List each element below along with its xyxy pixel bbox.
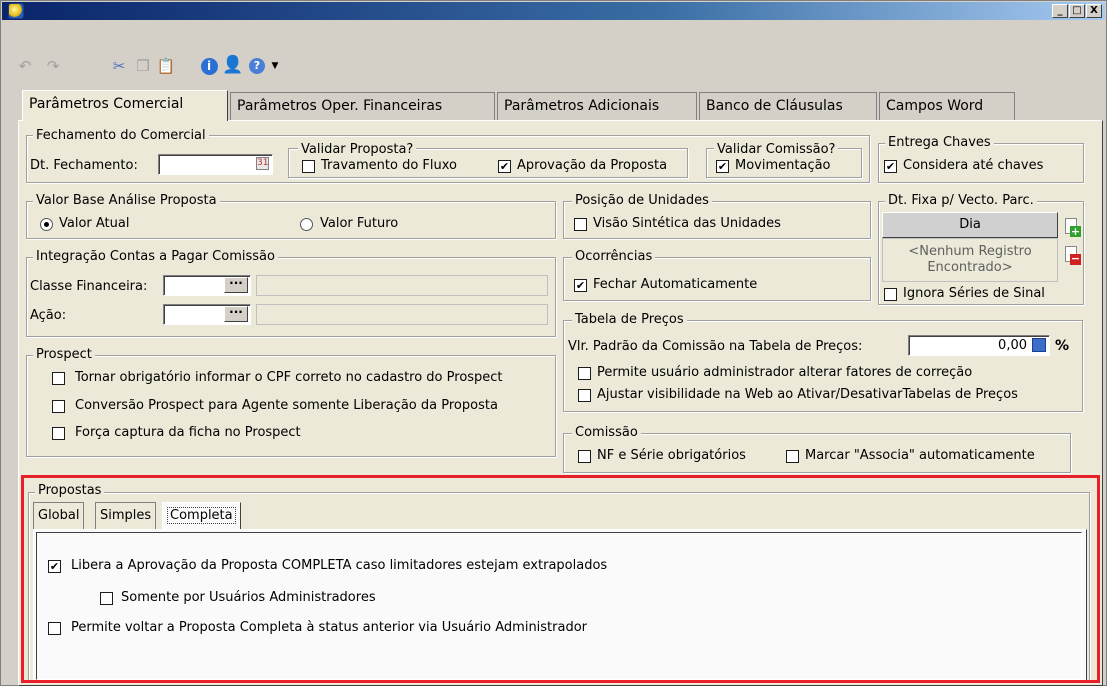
- aprovacao-label: Aprovação da Proposta: [517, 158, 668, 173]
- prospect-title: Prospect: [33, 347, 95, 362]
- marcar-associa-label: Marcar "Associa" automaticamente: [805, 448, 1035, 463]
- integracao-title: Integração Contas a Pagar Comissão: [33, 249, 278, 264]
- tab-banco-clausulas[interactable]: Banco de Cláusulas: [699, 92, 877, 120]
- prospect-cpf-label: Tornar obrigatório informar o CPF corret…: [75, 370, 503, 385]
- acao-label: Ação:: [30, 308, 67, 323]
- tab-campos-word[interactable]: Campos Word: [879, 92, 1015, 120]
- app-icon: [8, 3, 24, 19]
- prospect-conversao-checkbox[interactable]: [52, 400, 65, 413]
- classe-financeira-description: [256, 275, 548, 296]
- classe-ellipsis-button[interactable]: ···: [224, 277, 248, 293]
- permite-usuario-checkbox[interactable]: [578, 367, 591, 380]
- vlr-padrao-label: Vlr. Padrão da Comissão na Tabela de Pre…: [568, 339, 863, 354]
- prospect-cpf-checkbox[interactable]: [52, 372, 65, 385]
- acao-input[interactable]: ···: [163, 304, 251, 325]
- ocorrencias-title: Ocorrências: [572, 249, 656, 264]
- marcar-associa-checkbox[interactable]: [786, 450, 799, 463]
- classe-financeira-input[interactable]: ···: [163, 275, 251, 296]
- considera-checkbox[interactable]: ✔: [884, 160, 897, 173]
- add-record-icon[interactable]: +: [1063, 218, 1081, 238]
- ignora-series-checkbox[interactable]: [884, 288, 897, 301]
- acao-ellipsis-button[interactable]: ···: [224, 306, 248, 322]
- acao-description: [256, 304, 548, 325]
- percent-label: %: [1055, 338, 1070, 354]
- travamento-label: Travamento do Fluxo: [321, 158, 457, 173]
- prospect-ficha-label: Força captura da ficha no Prospect: [75, 425, 301, 440]
- title-bar: _ □ X: [2, 2, 1105, 20]
- redo-icon[interactable]: ↷: [44, 57, 62, 75]
- calendar-icon[interactable]: 31: [256, 157, 269, 170]
- paste-icon[interactable]: 📋: [157, 57, 176, 75]
- maximize-button[interactable]: □: [1069, 4, 1085, 18]
- nf-serie-label: NF e Série obrigatórios: [597, 448, 746, 463]
- visao-sintetica-label: Visão Sintética das Unidades: [593, 216, 781, 231]
- close-button[interactable]: X: [1086, 4, 1102, 18]
- validar-comissao-title: Validar Comissão?: [714, 142, 839, 157]
- ajustar-visibilidade-label: Ajustar visibilidade na Web ao Ativar/De…: [597, 387, 1018, 402]
- posicao-unidades-title: Posição de Unidades: [572, 193, 712, 208]
- tab-parametros-comercial[interactable]: Parâmetros Comercial: [22, 90, 228, 121]
- copy-icon[interactable]: ❐: [134, 57, 152, 75]
- valor-futuro-radio[interactable]: [300, 218, 313, 231]
- help-icon[interactable]: ?: [249, 58, 265, 74]
- dia-button[interactable]: Dia: [882, 212, 1058, 238]
- fechar-automaticamente-label: Fechar Automaticamente: [593, 277, 758, 292]
- ignora-series-label: Ignora Séries de Sinal: [903, 286, 1045, 301]
- fechar-automaticamente-checkbox[interactable]: ✔: [574, 279, 587, 292]
- tab-parametros-adicionais[interactable]: Parâmetros Adicionais: [497, 92, 697, 120]
- validar-proposta-title: Validar Proposta?: [298, 142, 417, 157]
- user-icon[interactable]: 👤: [222, 55, 243, 75]
- propostas-highlight: [21, 475, 1100, 683]
- valor-base-title: Valor Base Análise Proposta: [33, 193, 220, 208]
- movimentacao-label: Movimentação: [735, 158, 831, 173]
- dt-fixa-title: Dt. Fixa p/ Vecto. Parc.: [885, 193, 1037, 208]
- dt-fixa-list[interactable]: <Nenhum Registro Encontrado>: [882, 238, 1058, 282]
- empty-line-1: <Nenhum Registro: [908, 244, 1032, 259]
- dt-fechamento-label: Dt. Fechamento:: [30, 158, 138, 173]
- undo-icon[interactable]: ↶: [16, 57, 34, 75]
- aprovacao-checkbox[interactable]: ✔: [498, 160, 511, 173]
- valor-futuro-label: Valor Futuro: [320, 216, 399, 231]
- tab-parametros-oper-financeiras[interactable]: Parâmetros Oper. Financeiras: [230, 92, 495, 120]
- classe-financeira-label: Classe Financeira:: [30, 279, 148, 294]
- valor-atual-radio[interactable]: [40, 218, 53, 231]
- permite-usuario-label: Permite usuário administrador alterar fa…: [597, 365, 973, 380]
- visao-sintetica-checkbox[interactable]: [574, 218, 587, 231]
- fechamento-title: Fechamento do Comercial: [33, 128, 209, 143]
- entrega-chaves-title: Entrega Chaves: [885, 135, 994, 150]
- info-icon[interactable]: i: [200, 57, 218, 75]
- calculator-icon[interactable]: [1032, 338, 1046, 352]
- integracao-group: [26, 257, 556, 337]
- minimize-button[interactable]: _: [1052, 4, 1068, 18]
- vlr-padrao-value: 0,00: [998, 338, 1027, 353]
- dt-fechamento-input[interactable]: 31: [158, 154, 273, 175]
- ajustar-visibilidade-checkbox[interactable]: [578, 389, 591, 402]
- valor-atual-label: Valor Atual: [59, 216, 130, 231]
- comissao-title: Comissão: [572, 425, 641, 440]
- tabela-precos-title: Tabela de Preços: [572, 312, 687, 327]
- empty-line-2: Encontrado>: [927, 260, 1013, 275]
- movimentacao-checkbox[interactable]: ✔: [716, 160, 729, 173]
- cut-icon[interactable]: ✂: [110, 57, 128, 75]
- prospect-conversao-label: Conversão Prospect para Agente somente L…: [75, 398, 498, 413]
- vlr-padrao-input[interactable]: 0,00: [908, 335, 1050, 356]
- remove-record-icon[interactable]: −: [1063, 246, 1081, 266]
- considera-label: Considera até chaves: [903, 158, 1044, 173]
- nf-serie-checkbox[interactable]: [578, 450, 591, 463]
- prospect-ficha-checkbox[interactable]: [52, 427, 65, 440]
- travamento-checkbox[interactable]: [302, 160, 315, 173]
- dropdown-icon[interactable]: ▼: [266, 57, 284, 75]
